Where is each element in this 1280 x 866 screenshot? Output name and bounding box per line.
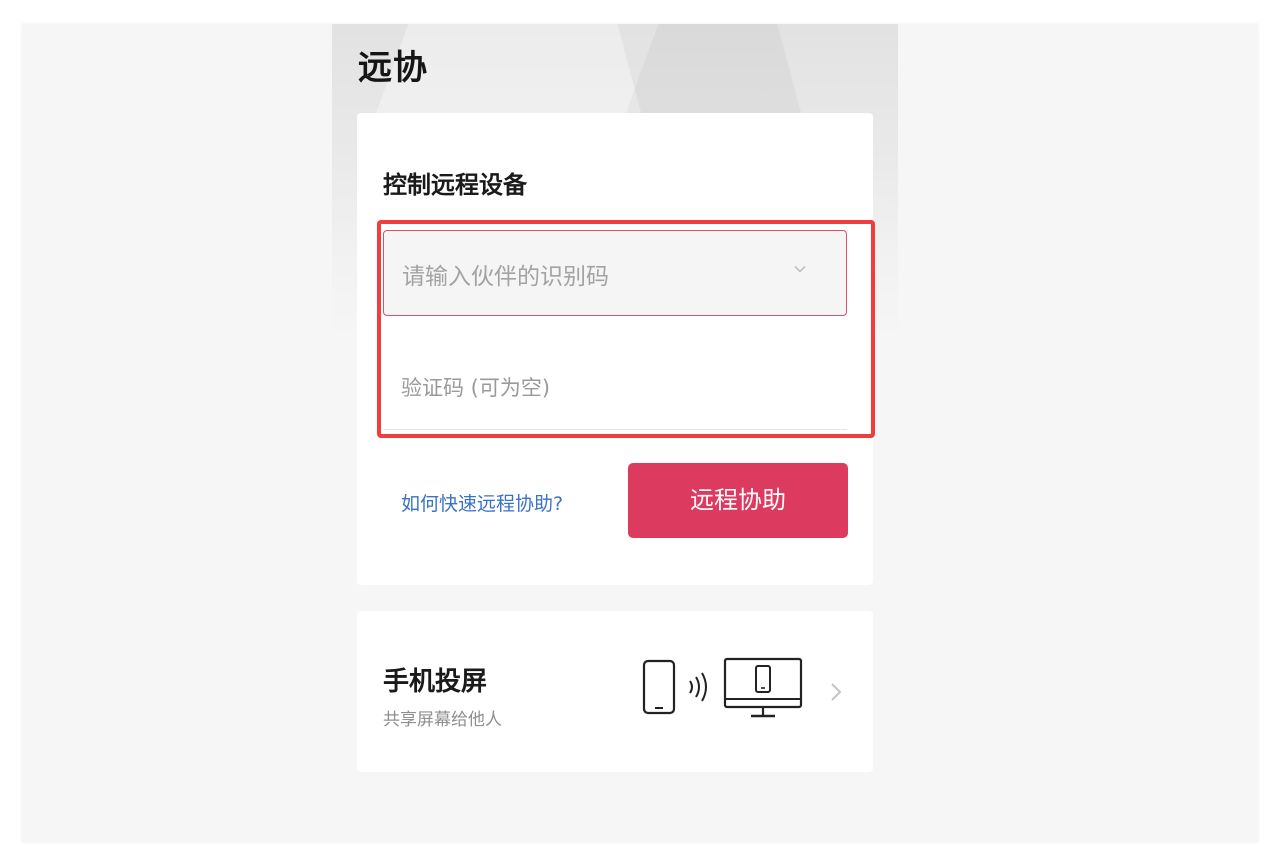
help-link[interactable]: 如何快速远程协助? <box>401 489 563 516</box>
partner-id-input[interactable]: 请输入伙伴的识别码 <box>383 230 847 316</box>
phone-to-monitor-cast-icon <box>642 657 803 718</box>
remote-control-card: 控制远程设备 请输入伙伴的识别码 验证码 (可为空) 如何快速远程协助? 远程协… <box>357 113 873 585</box>
screen-cast-subtitle: 共享屏幕给他人 <box>383 710 502 730</box>
verification-code-placeholder: 验证码 (可为空) <box>401 376 551 400</box>
screen-cast-title: 手机投屏 <box>383 667 488 697</box>
screen-cast-card[interactable]: 手机投屏 共享屏幕给他人 <box>357 611 873 772</box>
remote-assist-button[interactable]: 远程协助 <box>628 463 848 538</box>
partner-id-placeholder: 请输入伙伴的识别码 <box>402 264 609 290</box>
chevron-right-icon[interactable] <box>829 682 843 702</box>
verification-code-input[interactable]: 验证码 (可为空) <box>383 341 847 430</box>
chevron-down-icon[interactable] <box>794 263 806 275</box>
page-title: 远协 <box>358 48 428 88</box>
section-title: 控制远程设备 <box>383 171 527 199</box>
app-window: 远协 控制远程设备 请输入伙伴的识别码 验证码 (可为空) 如何快速远程协助? … <box>332 24 898 842</box>
